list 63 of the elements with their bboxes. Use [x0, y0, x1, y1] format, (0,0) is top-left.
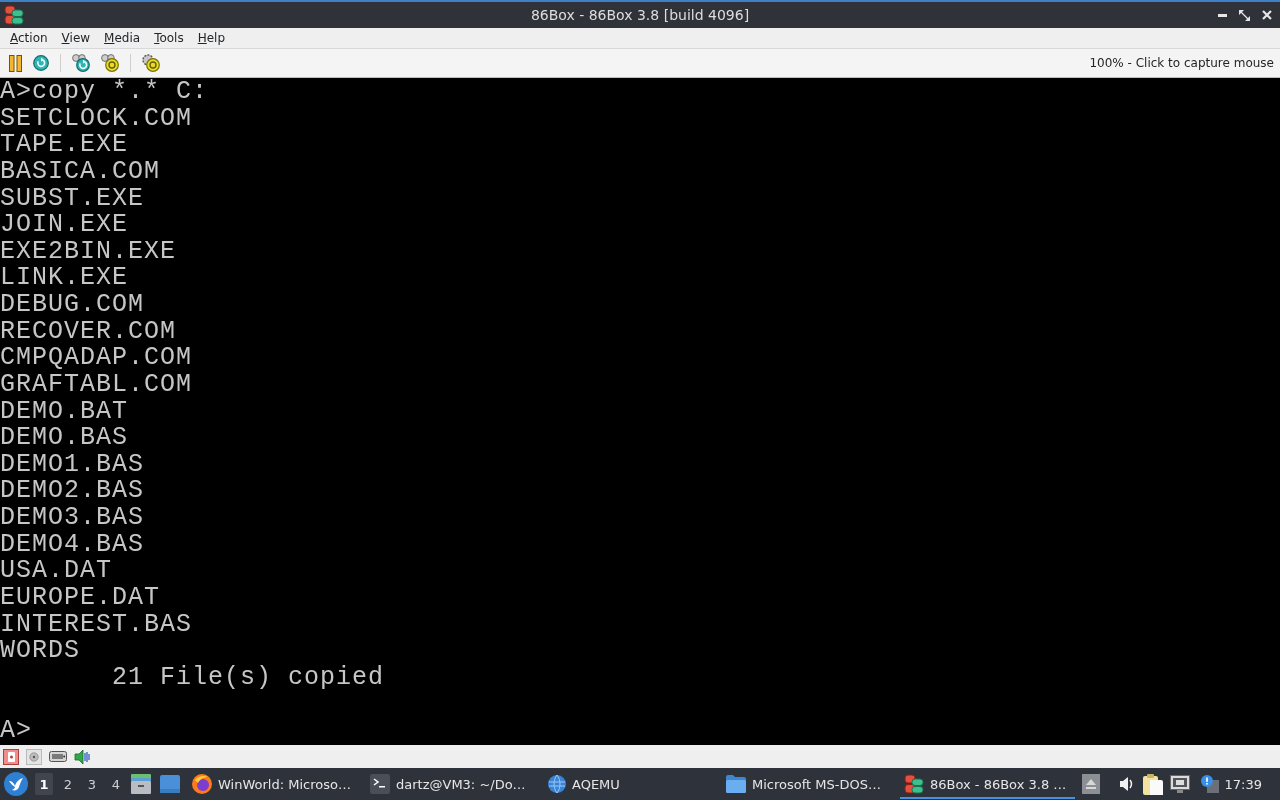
- file-name-text: EUROPE.DAT: [0, 584, 161, 612]
- file-name-text: CMPQADAP.COM: [0, 345, 193, 372]
- menu-item[interactable]: View: [54, 29, 98, 47]
- copy-summary-text: 21 File(s) copied: [112, 664, 385, 692]
- volume-icon[interactable]: [1118, 776, 1133, 792]
- file-name-text: SETCLOCK.COM: [0, 105, 193, 133]
- file-name-text: INTEREST.BAS: [0, 611, 193, 639]
- window-title: 86Box - 86Box 3.8 [build 4096]: [530, 7, 750, 23]
- file-name-text: RECOVER.COM: [0, 318, 177, 346]
- file-name-text: DEMO2.BAS: [0, 478, 145, 505]
- workspace-button[interactable]: 2: [59, 773, 77, 795]
- file-name-text: LINK.EXE: [0, 265, 129, 292]
- file-name-text: DEMO1.BAS: [0, 451, 145, 479]
- file-name-text: GRAFTABL.COM: [0, 371, 193, 399]
- workspace-button[interactable]: 4: [107, 773, 125, 795]
- file-name-text: BASICA.COM: [0, 158, 161, 186]
- file-name-text: WORDS: [0, 638, 80, 665]
- clock[interactable]: 17:39: [1224, 776, 1262, 792]
- eject-icon[interactable]: [1081, 774, 1100, 794]
- status-text: 100% - Click to capture mouse: [1089, 56, 1274, 70]
- globe-icon: [548, 775, 566, 793]
- file-name-text: DEMO4.BAS: [0, 531, 145, 559]
- file-name-text: TAPE.EXE: [0, 132, 129, 159]
- prompt-text: A>: [0, 718, 32, 745]
- task-button[interactable]: 86Box - 86Box 3.8 …: [900, 771, 1075, 799]
- speaker-icon[interactable]: [74, 748, 90, 765]
- menu-item[interactable]: Help: [190, 29, 233, 47]
- app-logo-icon: [904, 774, 924, 794]
- menu-item[interactable]: Tools: [147, 29, 191, 47]
- notification-icon[interactable]: [1200, 775, 1219, 793]
- bird-icon[interactable]: [4, 772, 28, 796]
- menu-item[interactable]: Media: [97, 29, 148, 47]
- network-icon[interactable]: [1169, 775, 1190, 793]
- workspace-button[interactable]: 1: [35, 773, 53, 795]
- close-icon[interactable]: [1262, 10, 1272, 20]
- menu-item[interactable]: Action: [3, 29, 55, 47]
- pause-icon[interactable]: [9, 54, 22, 72]
- file-name-text: JOIN.EXE: [0, 212, 129, 239]
- maximize-icon[interactable]: [1239, 9, 1250, 21]
- command-text: A>copy *.* C:: [0, 79, 209, 106]
- clipboard-icon[interactable]: [1142, 773, 1163, 795]
- file-cabinet-icon[interactable]: [131, 774, 151, 794]
- minimize-icon[interactable]: [1218, 13, 1227, 17]
- file-name-text: EXE2BIN.EXE: [0, 238, 177, 266]
- file-name-text: DEMO.BAT: [0, 398, 129, 426]
- reset-icon[interactable]: [33, 55, 49, 71]
- folder-icon: [726, 775, 746, 793]
- terminal-icon: [370, 774, 390, 794]
- file-name-text: USA.DAT: [0, 558, 113, 585]
- task-button[interactable]: WinWorld: Microso…: [188, 771, 363, 799]
- browser-icon: [192, 774, 212, 794]
- keys-circle-arrow-icon[interactable]: [72, 54, 90, 72]
- workspace-button[interactable]: 3: [83, 773, 101, 795]
- file-name-text: DEBUG.COM: [0, 292, 145, 319]
- task-button[interactable]: Microsoft MS-DOS…: [722, 771, 897, 799]
- file-name-text: SUBST.EXE: [0, 185, 145, 213]
- task-button[interactable]: dartz@VM3: ~/Do…: [366, 771, 541, 799]
- app-logo-icon: [4, 5, 24, 25]
- settings-icon[interactable]: [142, 54, 160, 72]
- keys-ring-icon[interactable]: [101, 54, 119, 72]
- file-name-text: DEMO3.BAS: [0, 505, 145, 532]
- file-name-text: DEMO.BAS: [0, 425, 129, 452]
- task-button[interactable]: AQEMU: [544, 771, 719, 799]
